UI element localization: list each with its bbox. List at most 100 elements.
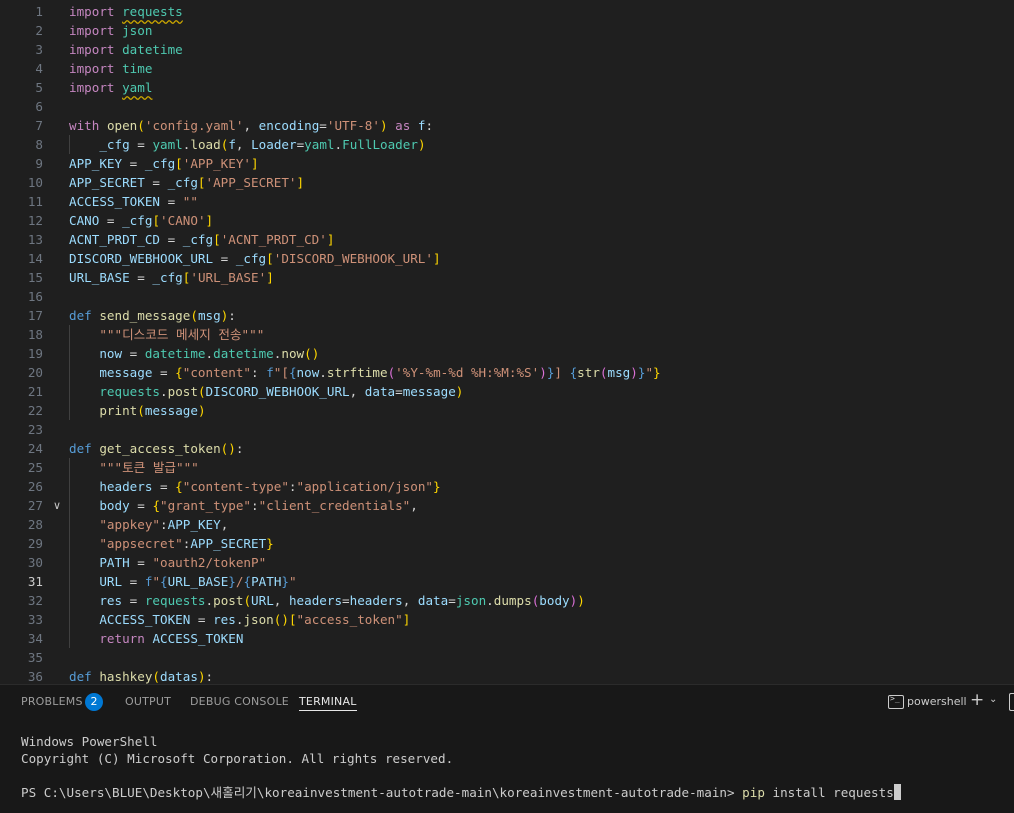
code-line[interactable]: 34 return ACCESS_TOKEN	[0, 629, 1014, 648]
code-token: (	[197, 384, 206, 399]
terminal-prompt-line[interactable]: PS C:\Users\BLUE\Desktop\새홀리기\koreainves…	[21, 784, 901, 801]
code-line[interactable]: 13 ACNT_PRDT_CD = _cfg['ACNT_PRDT_CD']	[0, 230, 1014, 249]
code-token: json	[122, 23, 153, 38]
code-text: import json	[69, 21, 152, 40]
code-line[interactable]: 15 URL_BASE = _cfg['URL_BASE']	[0, 268, 1014, 287]
code-token: requests	[144, 593, 206, 608]
code-line[interactable]: 24 def get_access_token():	[0, 439, 1014, 458]
code-line[interactable]: 16	[0, 287, 1014, 306]
code-token: [	[197, 175, 206, 190]
code-token: }	[653, 365, 661, 380]
code-token: yaml	[122, 80, 153, 95]
code-line[interactable]: 21 requests.post(DISCORD_WEBHOOK_URL, da…	[0, 382, 1014, 401]
code-token: _cfg	[235, 251, 267, 266]
code-line[interactable]: 10 APP_SECRET = _cfg['APP_SECRET']	[0, 173, 1014, 192]
code-token: (	[599, 365, 608, 380]
split-terminal-icon[interactable]	[1009, 693, 1014, 711]
code-line[interactable]: 18 """디스코드 메세지 전송"""	[0, 325, 1014, 344]
code-line[interactable]: 28 "appkey":APP_KEY,	[0, 515, 1014, 534]
code-token: with	[69, 118, 100, 133]
code-line[interactable]: 32 res = requests.post(URL, headers=head…	[0, 591, 1014, 610]
code-line[interactable]: 27 ∨ body = {"grant_type":"client_credent…	[0, 496, 1014, 515]
tab-terminal[interactable]: TERMINAL	[299, 695, 357, 711]
code-token: "	[289, 574, 297, 589]
line-number: 15	[27, 270, 43, 285]
code-line[interactable]: 2 import json	[0, 21, 1014, 40]
code-token: "access_token"	[296, 612, 403, 627]
code-line[interactable]: 29 "appsecret":APP_SECRET}	[0, 534, 1014, 553]
line-number: 31	[27, 574, 43, 589]
code-token: ]	[251, 156, 259, 171]
code-line[interactable]: 3 import datetime	[0, 40, 1014, 59]
code-line[interactable]: 4 import time	[0, 59, 1014, 78]
code-editor[interactable]: 1 import requests 2 import json 3 import date…	[0, 0, 1014, 684]
code-line[interactable]: 22 print(message)	[0, 401, 1014, 420]
code-token: =	[144, 175, 168, 190]
line-number: 7	[35, 118, 43, 133]
code-line[interactable]: 8 _cfg = yaml.load(f, Loader=yaml.FullLo…	[0, 135, 1014, 154]
code-token: =	[190, 612, 214, 627]
code-line[interactable]: 14 DISCORD_WEBHOOK_URL = _cfg['DISCORD_WE…	[0, 249, 1014, 268]
code-token: Loader	[251, 137, 297, 152]
code-token: }	[228, 574, 236, 589]
code-line[interactable]: 11 ACCESS_TOKEN = ""	[0, 192, 1014, 211]
code-line[interactable]: 26 headers = {"content-type":"applicatio…	[0, 477, 1014, 496]
code-token: _cfg	[182, 232, 214, 247]
code-line[interactable]: 23	[0, 420, 1014, 439]
code-token: "oauth2/tokenP"	[152, 555, 267, 570]
code-line[interactable]: 25 """토큰 발급"""	[0, 458, 1014, 477]
code-line[interactable]: 12 CANO = _cfg['CANO']	[0, 211, 1014, 230]
line-number: 29	[27, 536, 43, 551]
code-token: f	[266, 365, 274, 380]
line-number: 34	[27, 631, 43, 646]
code-token: (	[152, 669, 161, 684]
code-line[interactable]: 17 def send_message(msg):	[0, 306, 1014, 325]
code-line[interactable]: 7 with open('config.yaml', encoding='UTF-…	[0, 116, 1014, 135]
tab-output[interactable]: OUTPUT	[125, 695, 171, 717]
code-text: APP_SECRET = _cfg['APP_SECRET']	[69, 173, 304, 192]
shell-selector-label[interactable]: powershell	[907, 695, 967, 708]
code-token: send_message	[99, 308, 191, 323]
code-token: URL_BASE	[167, 574, 229, 589]
chevron-down-icon[interactable]: ⌄	[989, 694, 997, 705]
terminal-icon[interactable]	[888, 694, 904, 709]
code-line[interactable]: 6	[0, 97, 1014, 116]
code-line[interactable]: 36 def hashkey(datas):	[0, 667, 1014, 684]
code-token: ()	[304, 346, 320, 361]
code-token: {	[160, 574, 168, 589]
code-token: now	[99, 346, 123, 361]
code-token: FullLoader	[342, 137, 418, 152]
code-text: requests.post(DISCORD_WEBHOOK_URL, data=…	[69, 382, 463, 401]
code-token: msg	[607, 365, 631, 380]
code-token: now	[281, 346, 305, 361]
code-token: )	[539, 365, 547, 380]
code-text: PATH = "oauth2/tokenP"	[69, 553, 266, 572]
fold-chevron-icon[interactable]: ∨	[50, 496, 64, 515]
line-number: 35	[27, 650, 43, 665]
code-line[interactable]: 30 PATH = "oauth2/tokenP"	[0, 553, 1014, 572]
plus-icon[interactable]: +	[970, 690, 984, 710]
code-token: hashkey	[99, 669, 153, 684]
code-token: {	[243, 574, 252, 589]
tab-problems[interactable]: PROBLEMS	[21, 695, 83, 717]
code-line[interactable]: 1 import requests	[0, 2, 1014, 21]
line-number: 20	[27, 365, 43, 380]
code-line[interactable]: 19 now = datetime.datetime.now()	[0, 344, 1014, 363]
code-token: 'APP_SECRET'	[205, 175, 297, 190]
code-line[interactable]: 9 APP_KEY = _cfg['APP_KEY']	[0, 154, 1014, 173]
code-token: ]	[205, 213, 214, 228]
code-line[interactable]: 5 import yaml	[0, 78, 1014, 97]
line-number: 33	[27, 612, 43, 627]
line-number: 14	[27, 251, 43, 266]
code-token: dumps	[493, 593, 532, 608]
code-token: encoding	[258, 118, 320, 133]
code-token: json	[455, 593, 487, 608]
code-line[interactable]: 20 message = {"content": f"[{now.strftim…	[0, 363, 1014, 382]
line-number: 30	[27, 555, 43, 570]
code-line[interactable]: 35	[0, 648, 1014, 667]
code-line[interactable]: 31 URL = f"{URL_BASE}/{PATH}"	[0, 572, 1014, 591]
tab-debug-console[interactable]: DEBUG CONSOLE	[190, 695, 289, 717]
code-line[interactable]: 33 ACCESS_TOKEN = res.json()["access_tok…	[0, 610, 1014, 629]
